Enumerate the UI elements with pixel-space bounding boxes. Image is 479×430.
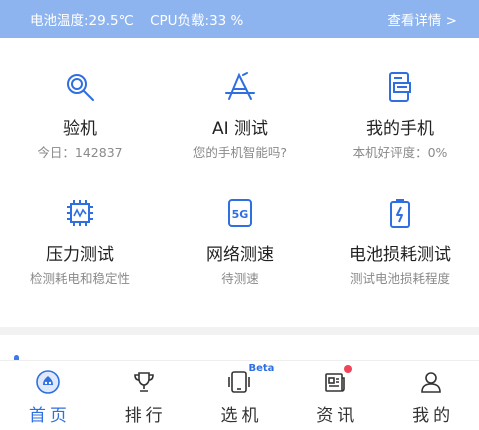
tab-label: 我的 xyxy=(412,406,455,426)
details-link[interactable]: 查看详情 > xyxy=(387,9,457,29)
beta-badge: Beta xyxy=(248,363,275,374)
status-metrics: 电池温度:29.5℃ CPU负载:33 % xyxy=(30,9,255,29)
feature-subtitle: 今日：142837 xyxy=(37,145,123,160)
5g-icon: 5G xyxy=(223,196,257,230)
feature-stress-test[interactable]: 压力测试 检测耗电和稳定性 xyxy=(0,196,160,287)
magnifier-icon xyxy=(63,70,97,104)
feature-grid: 验机 今日：142837 AI 测试 您的手机智能吗? 我的手机 本机好评度：0… xyxy=(0,38,479,328)
battery-icon xyxy=(383,196,417,230)
feature-subtitle: 本机好评度：0% xyxy=(352,145,448,160)
user-icon xyxy=(418,369,444,395)
tab-ranking[interactable]: 排行 xyxy=(96,361,192,430)
feature-title: 电池损耗测试 xyxy=(349,245,451,265)
phone-info-icon xyxy=(383,70,417,104)
feature-title: 验机 xyxy=(63,119,97,139)
news-icon xyxy=(322,365,353,395)
feature-title: 压力测试 xyxy=(46,245,114,265)
bottom-tab-bar: 首页 排行 Beta 选机 资讯 我的 xyxy=(0,360,479,430)
chip-icon xyxy=(63,196,97,230)
home-icon xyxy=(35,369,61,395)
feature-subtitle: 测试电池损耗程度 xyxy=(349,271,450,286)
tab-home[interactable]: 首页 xyxy=(0,361,96,430)
svg-text:5G: 5G xyxy=(232,208,249,221)
unread-dot xyxy=(344,365,353,373)
battery-temperature: 电池温度:29.5℃ xyxy=(30,13,134,29)
feature-network-speed[interactable]: 5G 网络测速 待测速 xyxy=(160,196,320,287)
trophy-icon xyxy=(131,369,157,395)
feature-inspect[interactable]: 验机 今日：142837 xyxy=(0,70,160,161)
cpu-load: CPU负载:33 % xyxy=(150,13,244,29)
feature-subtitle: 检测耗电和稳定性 xyxy=(29,271,130,286)
tab-select-phone[interactable]: Beta 选机 xyxy=(192,361,288,430)
feature-subtitle: 您的手机智能吗? xyxy=(192,145,288,160)
feature-subtitle: 待测速 xyxy=(221,271,259,286)
tab-label: 资讯 xyxy=(316,406,359,426)
status-bar: 电池温度:29.5℃ CPU负载:33 % 查看详情 > xyxy=(0,0,479,38)
phone-select-icon: Beta xyxy=(226,363,274,395)
tab-profile[interactable]: 我的 xyxy=(383,361,479,430)
tab-news[interactable]: 资讯 xyxy=(287,361,383,430)
ai-icon xyxy=(223,70,257,104)
feature-title: AI 测试 xyxy=(211,119,269,139)
tab-label: 选机 xyxy=(220,406,263,426)
feature-ai-test[interactable]: AI 测试 您的手机智能吗? xyxy=(160,70,320,161)
next-section-peek xyxy=(0,335,479,360)
section-divider xyxy=(0,327,479,335)
feature-my-phone[interactable]: 我的手机 本机好评度：0% xyxy=(320,70,479,161)
feature-battery-wear[interactable]: 电池损耗测试 测试电池损耗程度 xyxy=(320,196,479,287)
tab-label: 排行 xyxy=(124,406,167,426)
tab-label: 首页 xyxy=(28,406,71,426)
feature-title: 网络测速 xyxy=(206,245,274,265)
feature-title: 我的手机 xyxy=(366,119,434,139)
